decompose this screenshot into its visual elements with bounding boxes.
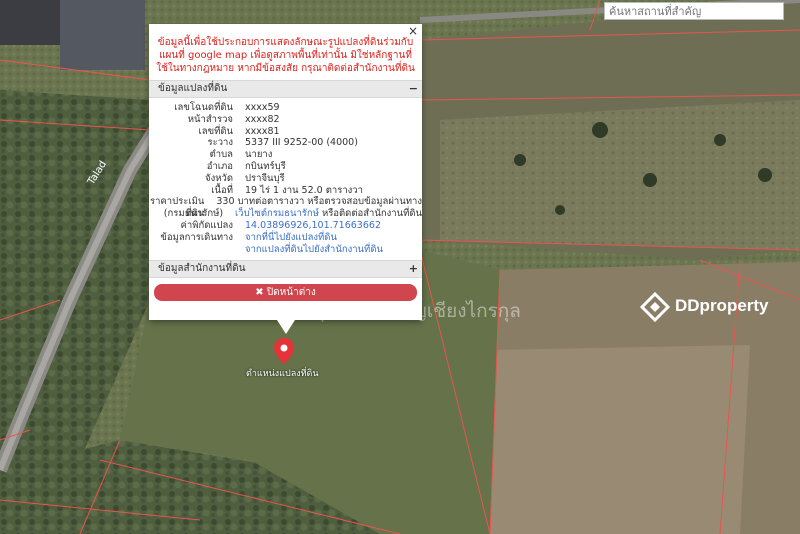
detail-value: xxxx81 [245, 125, 280, 137]
detail-value: กบินทร์บุรี [245, 160, 286, 172]
disclaimer-text: ข้อมูลนี้เพื่อใช้ประกอบการแสดงลักษณะรูปแ… [156, 37, 415, 74]
detail-label: หน้าสำรวจ [187, 113, 233, 125]
popup-pointer [277, 320, 295, 334]
section-land-header[interactable]: ข้อมูลแปลงที่ดิน − [149, 80, 422, 98]
detail-row: อำเภอ กบินทร์บุรี [149, 161, 422, 173]
detail-value: 19 ไร่ 1 งาน 52.0 ตารางวา [245, 184, 363, 196]
directions-to-office-link[interactable]: จากแปลงที่ดินไปยังสำนักงานที่ดิน [245, 244, 383, 256]
directions-to-parcel-link[interactable]: จากที่นี่ไปยังแปลงที่ดิน [245, 232, 337, 244]
detail-row: เลขที่ดิน xxxx81 [149, 126, 422, 138]
detail-label: ราคาประเมินที่ดิน [150, 196, 205, 220]
location-pin-icon[interactable] [274, 338, 294, 364]
detail-row: เนื้อที่ 19 ไร่ 1 งาน 52.0 ตารางวา [149, 185, 422, 197]
detail-value: 5337 III 9252-00 (4000) [245, 137, 358, 149]
detail-label [149, 244, 245, 256]
detail-row: ค่าพิกัดแปลง 14.03896926,101.71663662 [149, 220, 422, 232]
detail-row: หน้าสำรวจ xxxx82 [149, 114, 422, 126]
detail-row: (กรมธนารักษ์) เว็บไซต์กรมธนารักษ์ หรือติด… [149, 208, 422, 220]
collapse-icon[interactable]: − [409, 81, 418, 97]
parcel-info-popup: × ข้อมูลนี้เพื่อใช้ประกอบการแสดงลักษณะรู… [149, 24, 422, 320]
detail-label: ตำบล [209, 149, 233, 161]
detail-label: เลขโฉนดที่ดิน [174, 102, 233, 113]
detail-label: เลขที่ดิน [198, 125, 234, 137]
section-office-title: ข้อมูลสำนักงานที่ดิน [158, 263, 246, 275]
detail-value: หรือติดต่อสำนักงานที่ดิน [318, 208, 422, 220]
section-office-header[interactable]: ข้อมูลสำนักงานที่ดิน + [149, 260, 422, 279]
section-land-title: ข้อมูลแปลงที่ดิน [158, 83, 228, 94]
detail-label: ข้อมูลการเดินทาง [160, 231, 233, 243]
close-window-button[interactable]: ✖ ปิดหน้าต่าง [154, 284, 417, 302]
detail-value: นายาง [245, 149, 273, 161]
landmark-search-input[interactable] [604, 2, 784, 20]
detail-row: จากแปลงที่ดินไปยังสำนักงานที่ดิน [149, 244, 422, 256]
popup-close-icon[interactable]: × [408, 24, 418, 38]
close-window-icon: ✖ [255, 287, 264, 299]
detail-value: ปราจีนบุรี [245, 172, 285, 184]
detail-label: เนื้อที่ [211, 184, 233, 196]
detail-label: ระวาง [207, 137, 233, 149]
detail-label: ค่าพิกัดแปลง [180, 219, 234, 231]
detail-label: จังหวัด [205, 172, 233, 184]
detail-label: อำเภอ [206, 160, 233, 172]
detail-row: ระวาง 5337 III 9252-00 (4000) [149, 137, 422, 149]
treasury-website-link[interactable]: เว็บไซต์กรมธนารักษ์ [235, 208, 319, 219]
detail-value: xxxx82 [245, 113, 280, 125]
detail-row: จังหวัด ปราจีนบุรี [149, 173, 422, 185]
detail-row: ตำบล นายาง [149, 149, 422, 161]
ddproperty-logo-text: DDproperty [675, 296, 769, 315]
pin-label: ตำแหน่งแปลงที่ดิน [246, 369, 319, 379]
detail-row: เลขโฉนดที่ดิน xxxx59 [149, 102, 422, 114]
detail-value: xxxx59 [245, 102, 280, 113]
detail-row: ข้อมูลการเดินทาง จากที่นี่ไปยังแปลงที่ดิน [149, 232, 422, 244]
coordinates-link[interactable]: 14.03896926,101.71663662 [245, 220, 381, 232]
detail-value: 330 บาทต่อตารางวา หรือตรวจสอบข้อมูลผ่านท… [216, 196, 422, 208]
parcel-details: เลขโฉนดที่ดิน xxxx59 หน้าสำรวจ xxxx82 เลขท… [149, 98, 422, 260]
expand-icon[interactable]: + [409, 261, 418, 277]
detail-row: ราคาประเมินที่ดิน 330 บาทต่อตารางวา หรือต… [149, 196, 422, 220]
detail-label: (กรมธนารักษ์) [163, 208, 224, 220]
close-window-label: ปิดหน้าต่าง [263, 287, 316, 299]
